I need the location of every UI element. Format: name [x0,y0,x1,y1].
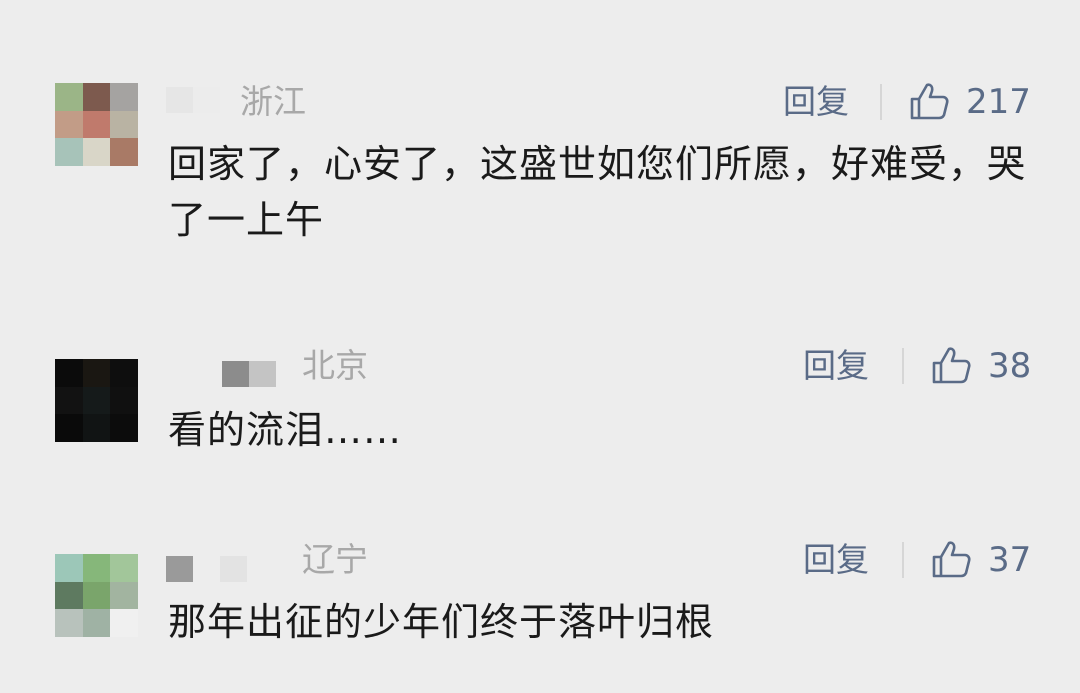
avatar-pixel [110,83,138,111]
like-count: 37 [988,540,1032,580]
avatar-pixel [82,581,111,610]
region-label: 北京 [302,346,368,385]
avatar-pixel [55,110,83,139]
avatar-pixel [82,554,111,582]
thumbs-up-icon[interactable] [908,80,950,122]
avatar-pixel [110,609,138,637]
avatar-pixel [82,138,111,166]
avatar-pixel [55,359,83,387]
comment-text: 那年出征的少年们终于落叶归根 [168,600,715,644]
comment-text: 回家了，心安了，这盛世如您们所愿，好难受，哭了一上午 [168,142,1027,242]
region-label: 浙江 [240,82,306,121]
avatar-pixel [82,83,111,111]
avatar-pixel [110,359,138,387]
avatar-pixel [110,414,138,442]
region-label: 辽宁 [302,540,368,579]
avatar-pixel [55,609,83,637]
divider [902,348,904,384]
avatar-pixel [110,138,138,166]
avatar-pixel [110,581,138,610]
reply-button[interactable]: 回复 [803,540,869,580]
divider [902,542,904,578]
avatar-pixel [55,83,83,111]
username-blurred[interactable] [166,87,220,113]
thumbs-up-icon[interactable] [930,344,972,386]
avatar[interactable] [55,83,138,166]
avatar-pixel [110,554,138,582]
avatar-pixel [82,609,111,637]
avatar-pixel [110,110,138,139]
avatar[interactable] [55,554,138,637]
reply-button[interactable]: 回复 [783,82,849,122]
thumbs-up-icon[interactable] [930,538,972,580]
username-blurred[interactable] [222,361,276,387]
avatar-pixel [82,386,111,415]
avatar-pixel [55,554,83,582]
comment-text: 看的流泪…… [168,408,403,452]
like-count: 38 [988,346,1032,386]
avatar-pixel [82,110,111,139]
avatar-pixel [82,414,111,442]
avatar-pixel [55,581,83,610]
avatar-pixel [110,386,138,415]
divider [880,84,882,120]
reply-button[interactable]: 回复 [803,346,869,386]
avatar[interactable] [55,359,138,442]
avatar-pixel [82,359,111,387]
like-count: 217 [966,82,1031,122]
avatar-pixel [55,414,83,442]
username-blurred[interactable] [166,556,247,582]
avatar-pixel [55,138,83,166]
avatar-pixel [55,386,83,415]
